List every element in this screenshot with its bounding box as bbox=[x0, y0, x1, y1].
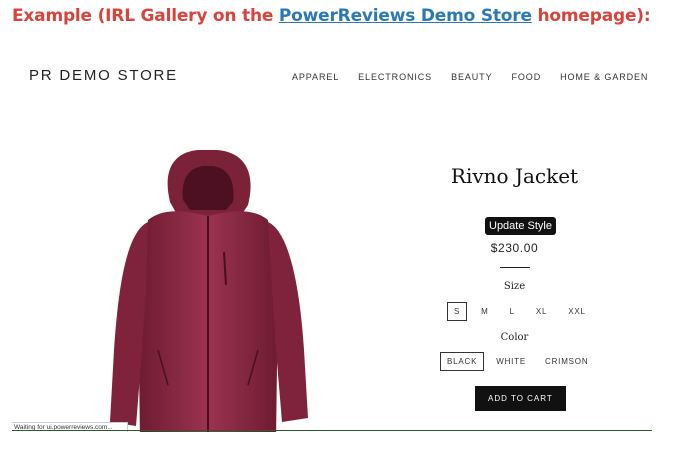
product-price: $230.00 bbox=[490, 241, 539, 255]
demo-store-link[interactable]: PowerReviews Demo Store bbox=[279, 6, 532, 26]
size-options: S M L XL XXL bbox=[447, 302, 600, 321]
caption-prefix: Example (IRL Gallery on the bbox=[12, 6, 279, 26]
size-label: Size bbox=[503, 281, 526, 292]
example-caption: Example (IRL Gallery on the PowerReviews… bbox=[12, 6, 651, 26]
size-option-l[interactable]: L bbox=[503, 302, 522, 321]
add-to-cart-button[interactable]: ADD TO CART bbox=[475, 386, 566, 411]
price-divider bbox=[500, 267, 530, 268]
color-option-black[interactable]: BLACK bbox=[440, 352, 485, 371]
caption-suffix: homepage): bbox=[531, 6, 651, 26]
nav-item-home-garden[interactable]: HOME & GARDEN bbox=[560, 72, 648, 82]
nav-item-food[interactable]: FOOD bbox=[512, 72, 542, 82]
frame-bottom-border bbox=[12, 430, 652, 431]
size-option-s[interactable]: S bbox=[447, 302, 468, 321]
color-options: BLACK WHITE CRIMSON bbox=[440, 352, 600, 371]
nav-item-beauty[interactable]: BEAUTY bbox=[451, 72, 492, 82]
size-option-xl[interactable]: XL bbox=[529, 302, 554, 321]
jacket-image bbox=[110, 150, 308, 432]
size-option-m[interactable]: M bbox=[474, 302, 495, 321]
nav-item-electronics[interactable]: ELECTRONICS bbox=[358, 72, 432, 82]
color-option-white[interactable]: WHITE bbox=[489, 352, 533, 371]
color-option-crimson[interactable]: CRIMSON bbox=[538, 352, 595, 371]
main-nav: APPAREL ELECTRONICS BEAUTY FOOD HOME & G… bbox=[292, 71, 652, 83]
color-label: Color bbox=[500, 332, 529, 343]
nav-item-apparel[interactable]: APPAREL bbox=[292, 72, 339, 82]
size-option-xxl[interactable]: XXL bbox=[561, 302, 593, 321]
product-title: Rivno Jacket bbox=[450, 164, 579, 188]
store-logo[interactable]: PR DEMO STORE bbox=[29, 67, 178, 84]
update-style-button[interactable]: Update Style bbox=[485, 217, 556, 235]
store-page: PR DEMO STORE APPAREL ELECTRONICS BEAUTY… bbox=[12, 40, 652, 432]
